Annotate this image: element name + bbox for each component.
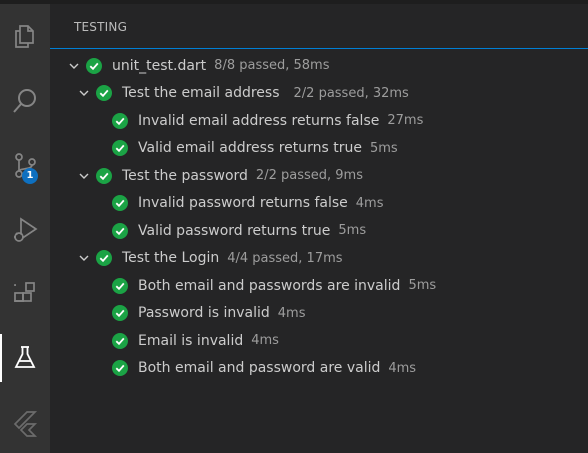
check-circle-icon xyxy=(86,57,102,74)
check-circle-icon xyxy=(112,305,128,322)
test-case-row[interactable]: Valid email address returns true 5ms xyxy=(50,135,588,163)
test-case-row[interactable]: Valid password returns true 5ms xyxy=(50,217,588,245)
files-icon xyxy=(11,22,39,50)
check-circle-icon xyxy=(112,277,128,294)
test-tree: unit_test.dart 8/8 passed, 58ms Test the… xyxy=(50,48,588,382)
extensions-icon xyxy=(11,280,39,308)
test-case-row[interactable]: Both email and passwords are invalid 5ms xyxy=(50,272,588,300)
test-group-status: 2/2 passed, 32ms xyxy=(293,85,409,101)
test-case-row[interactable]: Email is invalid 4ms xyxy=(50,327,588,355)
test-group-status: 2/2 passed, 9ms xyxy=(255,168,363,184)
test-case-row[interactable]: Both email and password are valid 4ms xyxy=(50,355,588,383)
test-group-status: 4/4 passed, 17ms xyxy=(227,250,343,266)
check-circle-icon xyxy=(112,140,128,157)
test-case-label: Password is invalid xyxy=(138,305,270,322)
test-case-time: 5ms xyxy=(369,140,398,156)
test-group-label: Test the Login xyxy=(122,250,220,267)
activity-extensions[interactable] xyxy=(0,270,50,318)
sidebar-title: TESTING xyxy=(74,20,128,34)
check-circle-icon xyxy=(112,360,128,377)
check-circle-icon xyxy=(112,222,128,239)
test-group-row[interactable]: Test the Login 4/4 passed, 17ms xyxy=(50,245,588,273)
check-circle-icon xyxy=(96,167,112,184)
test-case-label: Both email and password are valid xyxy=(138,360,381,377)
testing-sidebar: TESTING unit_test.dart 8/8 passed, 58ms … xyxy=(50,4,588,453)
activity-explorer[interactable] xyxy=(0,12,50,60)
test-file-row[interactable]: unit_test.dart 8/8 passed, 58ms xyxy=(50,52,588,80)
chevron-down-icon[interactable] xyxy=(76,250,92,266)
test-case-time: 4ms xyxy=(355,195,384,211)
activity-testing[interactable] xyxy=(0,334,50,382)
test-group-row[interactable]: Test the password 2/2 passed, 9ms xyxy=(50,162,588,190)
check-circle-icon xyxy=(112,112,128,129)
test-file-label: unit_test.dart xyxy=(112,57,207,74)
check-circle-icon xyxy=(96,85,112,102)
check-circle-icon xyxy=(112,332,128,349)
test-case-label: Invalid password returns false xyxy=(138,195,348,212)
test-case-row[interactable]: Invalid password returns false 4ms xyxy=(50,190,588,218)
chevron-down-icon[interactable] xyxy=(66,58,82,74)
test-case-time: 5ms xyxy=(408,278,437,294)
test-case-label: Email is invalid xyxy=(138,332,244,349)
activity-flutter[interactable] xyxy=(0,399,50,447)
check-circle-icon xyxy=(112,195,128,212)
chevron-down-icon[interactable] xyxy=(76,168,92,184)
check-circle-icon xyxy=(96,250,112,267)
flutter-icon xyxy=(11,409,39,437)
activity-run-debug[interactable] xyxy=(0,205,50,253)
test-case-label: Valid email address returns true xyxy=(138,140,362,157)
activity-bar: 1 xyxy=(0,4,50,453)
test-group-label: Test the email address xyxy=(122,85,280,102)
test-case-row[interactable]: Invalid email address returns false 27ms xyxy=(50,107,588,135)
test-case-label: Valid password returns true xyxy=(138,222,331,239)
activity-source-control[interactable]: 1 xyxy=(0,141,50,189)
activity-search[interactable] xyxy=(0,77,50,125)
flask-icon xyxy=(11,344,39,372)
test-case-row[interactable]: Password is invalid 4ms xyxy=(50,300,588,328)
test-case-time: 4ms xyxy=(277,305,306,321)
test-case-time: 5ms xyxy=(338,223,367,239)
vscode-window: 1 TESTING unit_test.dart 8/8 passed, 58m… xyxy=(0,0,588,453)
run-debug-icon xyxy=(11,215,39,243)
chevron-down-icon[interactable] xyxy=(76,85,92,101)
test-case-time: 4ms xyxy=(388,360,417,376)
test-file-status: 8/8 passed, 58ms xyxy=(214,58,330,74)
source-control-badge: 1 xyxy=(22,168,38,184)
test-case-label: Invalid email address returns false xyxy=(138,112,380,129)
test-case-time: 27ms xyxy=(387,113,424,129)
test-group-label: Test the password xyxy=(122,167,248,184)
test-case-label: Both email and passwords are invalid xyxy=(138,277,401,294)
test-group-row[interactable]: Test the email address 2/2 passed, 32ms xyxy=(50,80,588,108)
test-case-time: 4ms xyxy=(251,333,279,349)
search-icon xyxy=(11,87,39,115)
